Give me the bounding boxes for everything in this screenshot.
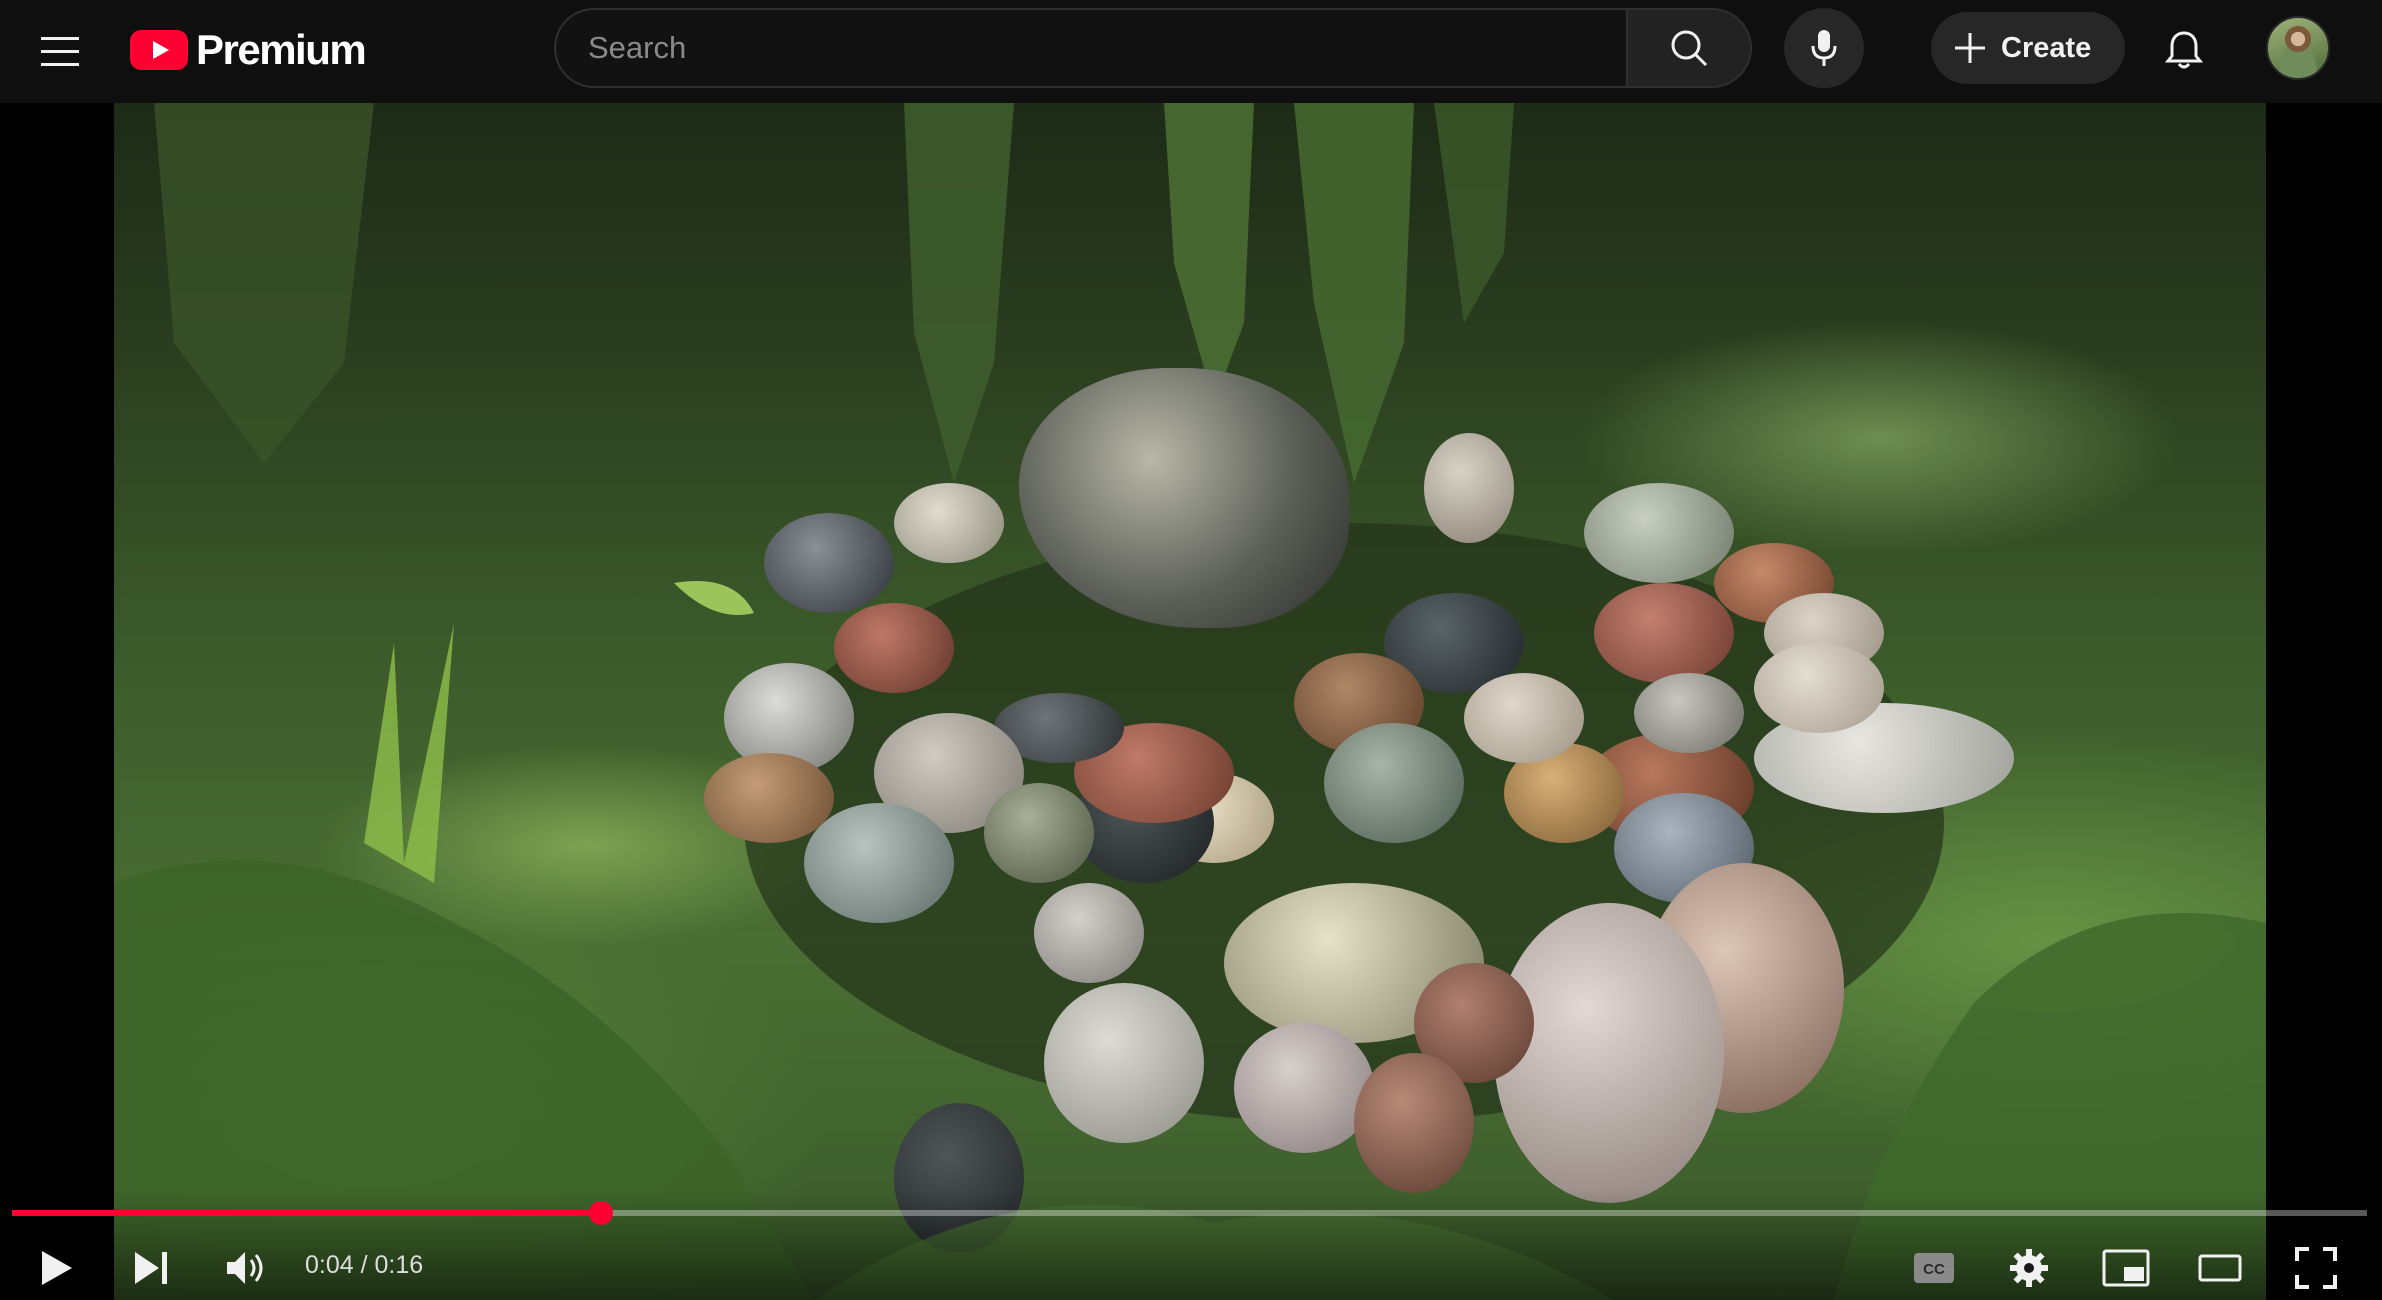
next-icon <box>135 1252 167 1284</box>
fullscreen-button[interactable] <box>2284 1240 2348 1296</box>
fullscreen-icon <box>2295 1247 2337 1289</box>
voice-search-button[interactable] <box>1784 8 1864 88</box>
menu-icon <box>41 37 79 66</box>
search-input[interactable] <box>554 8 1627 88</box>
youtube-premium-logo[interactable]: Premium <box>130 26 367 74</box>
notifications-button[interactable] <box>2152 18 2216 82</box>
create-button[interactable]: Create <box>1931 12 2125 84</box>
masthead: Premium Create <box>0 0 2382 103</box>
theater-mode-button[interactable] <box>2188 1240 2252 1296</box>
bell-icon <box>2165 31 2203 69</box>
captions-button[interactable]: CC <box>1902 1240 1966 1296</box>
duration: 0:16 <box>374 1251 424 1279</box>
logo-text: Premium <box>196 26 367 73</box>
progress-scrubber[interactable] <box>589 1201 613 1225</box>
miniplayer-button[interactable] <box>2094 1240 2158 1296</box>
guide-menu-button[interactable] <box>30 22 90 82</box>
youtube-logo-icon <box>130 30 188 70</box>
miniplayer-icon <box>2102 1249 2150 1287</box>
current-time: 0:04 <box>305 1251 354 1279</box>
theater-icon <box>2198 1254 2242 1282</box>
microphone-icon <box>1811 30 1837 66</box>
play-button[interactable] <box>25 1240 89 1296</box>
time-separator: / <box>360 1251 368 1279</box>
video-player[interactable] <box>0 103 2382 1300</box>
captions-icon: CC <box>1914 1253 1954 1283</box>
play-icon <box>42 1251 72 1285</box>
create-label: Create <box>2001 31 2092 64</box>
next-button[interactable] <box>120 1240 184 1296</box>
progress-played <box>12 1210 601 1216</box>
settings-button[interactable] <box>1997 1240 2061 1296</box>
foreground-foliage <box>114 581 2266 1300</box>
video-frame[interactable] <box>114 103 2266 1300</box>
search-icon <box>1671 30 1708 67</box>
volume-icon <box>227 1252 263 1284</box>
plus-icon <box>1955 33 1985 63</box>
account-avatar[interactable] <box>2266 16 2330 80</box>
time-display: 0:04 / 0:16 <box>305 1251 423 1280</box>
settings-icon <box>2010 1249 2048 1287</box>
svg-text:CC: CC <box>1923 1261 1945 1278</box>
search-button[interactable] <box>1626 8 1752 88</box>
mute-button[interactable] <box>214 1240 278 1296</box>
